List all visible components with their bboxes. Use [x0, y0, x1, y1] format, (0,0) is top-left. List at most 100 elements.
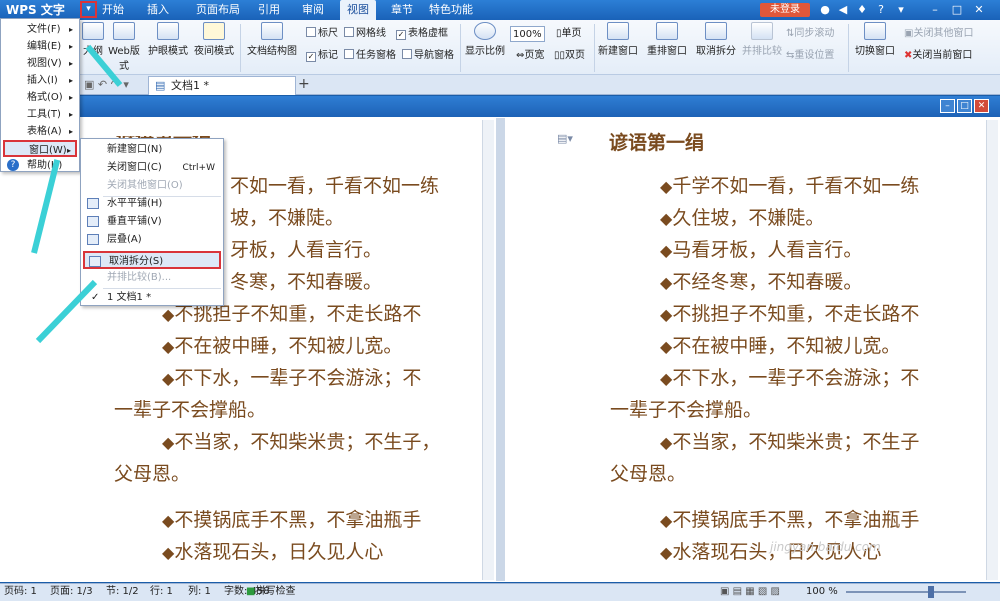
- view-mode-icons[interactable]: ▣ ▤ ▦ ▧ ▨: [720, 583, 780, 601]
- single-page-button[interactable]: ▯单页: [556, 26, 582, 42]
- document-line[interactable]: ◆不挑担子不知重，不走长路不: [660, 298, 919, 331]
- record-icon[interactable]: ●: [818, 3, 832, 17]
- document-line[interactable]: ◆马看牙板，人看言行。: [660, 234, 862, 267]
- app-logo[interactable]: WPS 文字: [2, 1, 80, 19]
- zoom-button[interactable]: 显示比例: [464, 22, 506, 62]
- marks-checkbox[interactable]: ✓ 标记: [306, 48, 338, 64]
- side-by-side-button[interactable]: 并排比较: [740, 22, 784, 62]
- tab-4[interactable]: 审阅: [296, 0, 330, 20]
- navigation-pane-checkbox[interactable]: 导航窗格: [402, 48, 454, 64]
- close-other-windows-button[interactable]: ▣关闭其他窗口: [904, 26, 973, 42]
- window-submenu-item-0[interactable]: 新建窗口(N): [83, 141, 221, 159]
- window-submenu-item-8[interactable]: ✓ 1 文档1 *: [83, 289, 221, 307]
- cancel-split-button[interactable]: 取消拆分: [694, 22, 738, 62]
- help-icon[interactable]: ?: [874, 3, 888, 17]
- document-line[interactable]: ◆不下水，一辈子不会游泳；不: [660, 362, 919, 395]
- undo-icon[interactable]: ↶: [98, 78, 107, 91]
- add-tab-button[interactable]: +: [298, 76, 310, 92]
- ruler-checkbox[interactable]: 标尺: [306, 26, 338, 42]
- document-line[interactable]: ◆不在被中睡，不知被儿宽。: [660, 330, 900, 363]
- left-split-pane[interactable]: 谚语第一绢 不如一看，千看不如一练坡，不嫌陡。牙板，人看言行。冬寒，不知春暖。◆…: [4, 118, 496, 581]
- main-menu-item-1[interactable]: 编辑(E) ▸: [3, 38, 77, 55]
- restore-icon[interactable]: □: [957, 99, 972, 113]
- document-line[interactable]: 父母恩。: [114, 458, 190, 490]
- document-line[interactable]: 不如一看，千看不如一练: [230, 170, 439, 202]
- login-button[interactable]: 未登录: [760, 3, 810, 17]
- document-line[interactable]: ◆不摸锅底手不黑，不拿油瓶手: [660, 504, 919, 537]
- tab-1[interactable]: 插入: [140, 0, 176, 20]
- right-scrollbar[interactable]: [986, 120, 998, 580]
- rearrange-window-button[interactable]: 重排窗口: [642, 22, 692, 62]
- chevron-down-icon[interactable]: ▾: [123, 78, 129, 91]
- right-split-pane[interactable]: ▤▾ 谚语第一绢 ◆千学不如一看，千看不如一练 ◆久住坡，不嫌陡。 ◆马看牙板，人看…: [505, 118, 985, 581]
- zoom-slider-handle[interactable]: [928, 586, 934, 598]
- gridlines-checkbox[interactable]: 网格线: [344, 26, 386, 42]
- document-line[interactable]: 冬寒，不知春暖。: [230, 266, 382, 298]
- window-submenu-item-1[interactable]: 关闭窗口(C) Ctrl+W: [83, 159, 221, 177]
- eye-protection-button[interactable]: 护眼模式: [146, 22, 190, 62]
- tab-2[interactable]: 页面布局: [190, 0, 246, 20]
- document-line[interactable]: ◆不当家，不知柴米贵；不生子，: [162, 426, 440, 459]
- document-line[interactable]: ◆久住坡，不嫌陡。: [660, 202, 824, 235]
- close-icon[interactable]: ✕: [974, 99, 989, 113]
- document-line[interactable]: ◆不在被中睡，不知被儿宽。: [162, 330, 402, 363]
- night-mode-button[interactable]: 夜间模式: [192, 22, 236, 62]
- tab-0[interactable]: 开始: [96, 0, 130, 20]
- tab-3[interactable]: 引用: [252, 0, 286, 20]
- document-line[interactable]: ◆不经冬寒，不知春暖。: [660, 266, 862, 299]
- task-pane-checkbox[interactable]: 任务窗格: [344, 48, 396, 64]
- zoom-100-button[interactable]: 100%: [510, 26, 545, 42]
- document-line[interactable]: ◆不当家，不知柴米贵；不生子: [660, 426, 919, 459]
- window-submenu-item-4[interactable]: 垂直平铺(V): [83, 213, 221, 231]
- window-submenu-item-5[interactable]: 层叠(A): [83, 231, 221, 249]
- spell-check-button[interactable]: ■拼写检查: [246, 583, 295, 601]
- minimize-icon[interactable]: –: [928, 3, 942, 17]
- document-line[interactable]: ◆不下水，一辈子不会游泳；不: [162, 362, 421, 395]
- split-divider[interactable]: [496, 118, 505, 581]
- document-line[interactable]: 坡，不嫌陡。: [230, 202, 344, 234]
- back-icon[interactable]: ◀: [836, 3, 850, 17]
- document-line[interactable]: 一辈子不会撑船。: [610, 394, 762, 426]
- main-menu-item-0[interactable]: 文件(F) ▸: [3, 21, 77, 38]
- document-line[interactable]: ◆不摸锅底手不黑，不拿油瓶手: [162, 504, 421, 537]
- document-line[interactable]: ◆水落现石头，日久见人心: [162, 536, 383, 569]
- main-menu-item-8[interactable]: 帮助(H)?: [3, 157, 77, 174]
- table-gridlines-checkbox[interactable]: ✓ 表格虚框: [396, 26, 448, 42]
- document-line[interactable]: ◆千学不如一看，千看不如一练: [660, 170, 919, 203]
- new-window-button[interactable]: 新建窗口: [596, 22, 640, 62]
- close-icon[interactable]: ✕: [972, 3, 986, 17]
- app-menu-dropdown-button[interactable]: ▾: [80, 1, 97, 18]
- main-menu-item-5[interactable]: 工具(T) ▸: [3, 106, 77, 123]
- tab-5[interactable]: 视图: [340, 0, 376, 20]
- window-submenu-item-2[interactable]: 关闭其他窗口(O): [83, 177, 221, 195]
- web-layout-button[interactable]: Web版式: [106, 22, 142, 72]
- document-line[interactable]: 父母恩。: [610, 458, 686, 490]
- main-menu-item-2[interactable]: 视图(V) ▸: [3, 55, 77, 72]
- doc-tab[interactable]: 文档1 * ▤: [148, 76, 296, 95]
- window-submenu-item-3[interactable]: 水平平铺(H): [83, 195, 221, 213]
- left-scrollbar[interactable]: [482, 120, 494, 580]
- two-pages-button[interactable]: ▯▯双页: [554, 48, 585, 64]
- tab-7[interactable]: 特色功能: [420, 0, 482, 20]
- window-submenu-item-6[interactable]: 取消拆分(S): [83, 251, 221, 269]
- zoom-slider[interactable]: [846, 591, 966, 593]
- chevron-down-icon[interactable]: ▾: [894, 3, 908, 17]
- main-menu-item-6[interactable]: 表格(A) ▸: [3, 123, 77, 140]
- sync-scroll-button[interactable]: ⇅同步滚动: [786, 26, 834, 42]
- tab-6[interactable]: 章节: [384, 0, 420, 20]
- doc-structure-button[interactable]: 文档结构图: [244, 22, 300, 62]
- document-line[interactable]: 一辈子不会撑船。: [114, 394, 266, 426]
- restore-icon[interactable]: □: [950, 3, 964, 17]
- switch-window-button[interactable]: 切换窗口: [850, 22, 900, 62]
- save-icon[interactable]: ▣: [84, 78, 94, 91]
- main-menu-item-7[interactable]: 窗口(W) ▸: [3, 140, 77, 157]
- main-menu-item-4[interactable]: 格式(O) ▸: [3, 89, 77, 106]
- shirt-icon[interactable]: ♦: [855, 3, 869, 17]
- reset-position-button[interactable]: ⇆重设位置: [786, 48, 834, 64]
- page-width-button[interactable]: ⇔页宽: [516, 48, 544, 64]
- main-menu-item-3[interactable]: 插入(I) ▸: [3, 72, 77, 89]
- document-line[interactable]: 牙板，人看言行。: [230, 234, 382, 266]
- minimize-icon[interactable]: –: [940, 99, 955, 113]
- close-current-window-button[interactable]: ✖关闭当前窗口: [904, 48, 972, 64]
- window-submenu-item-7[interactable]: 并排比较(B)...: [83, 269, 221, 287]
